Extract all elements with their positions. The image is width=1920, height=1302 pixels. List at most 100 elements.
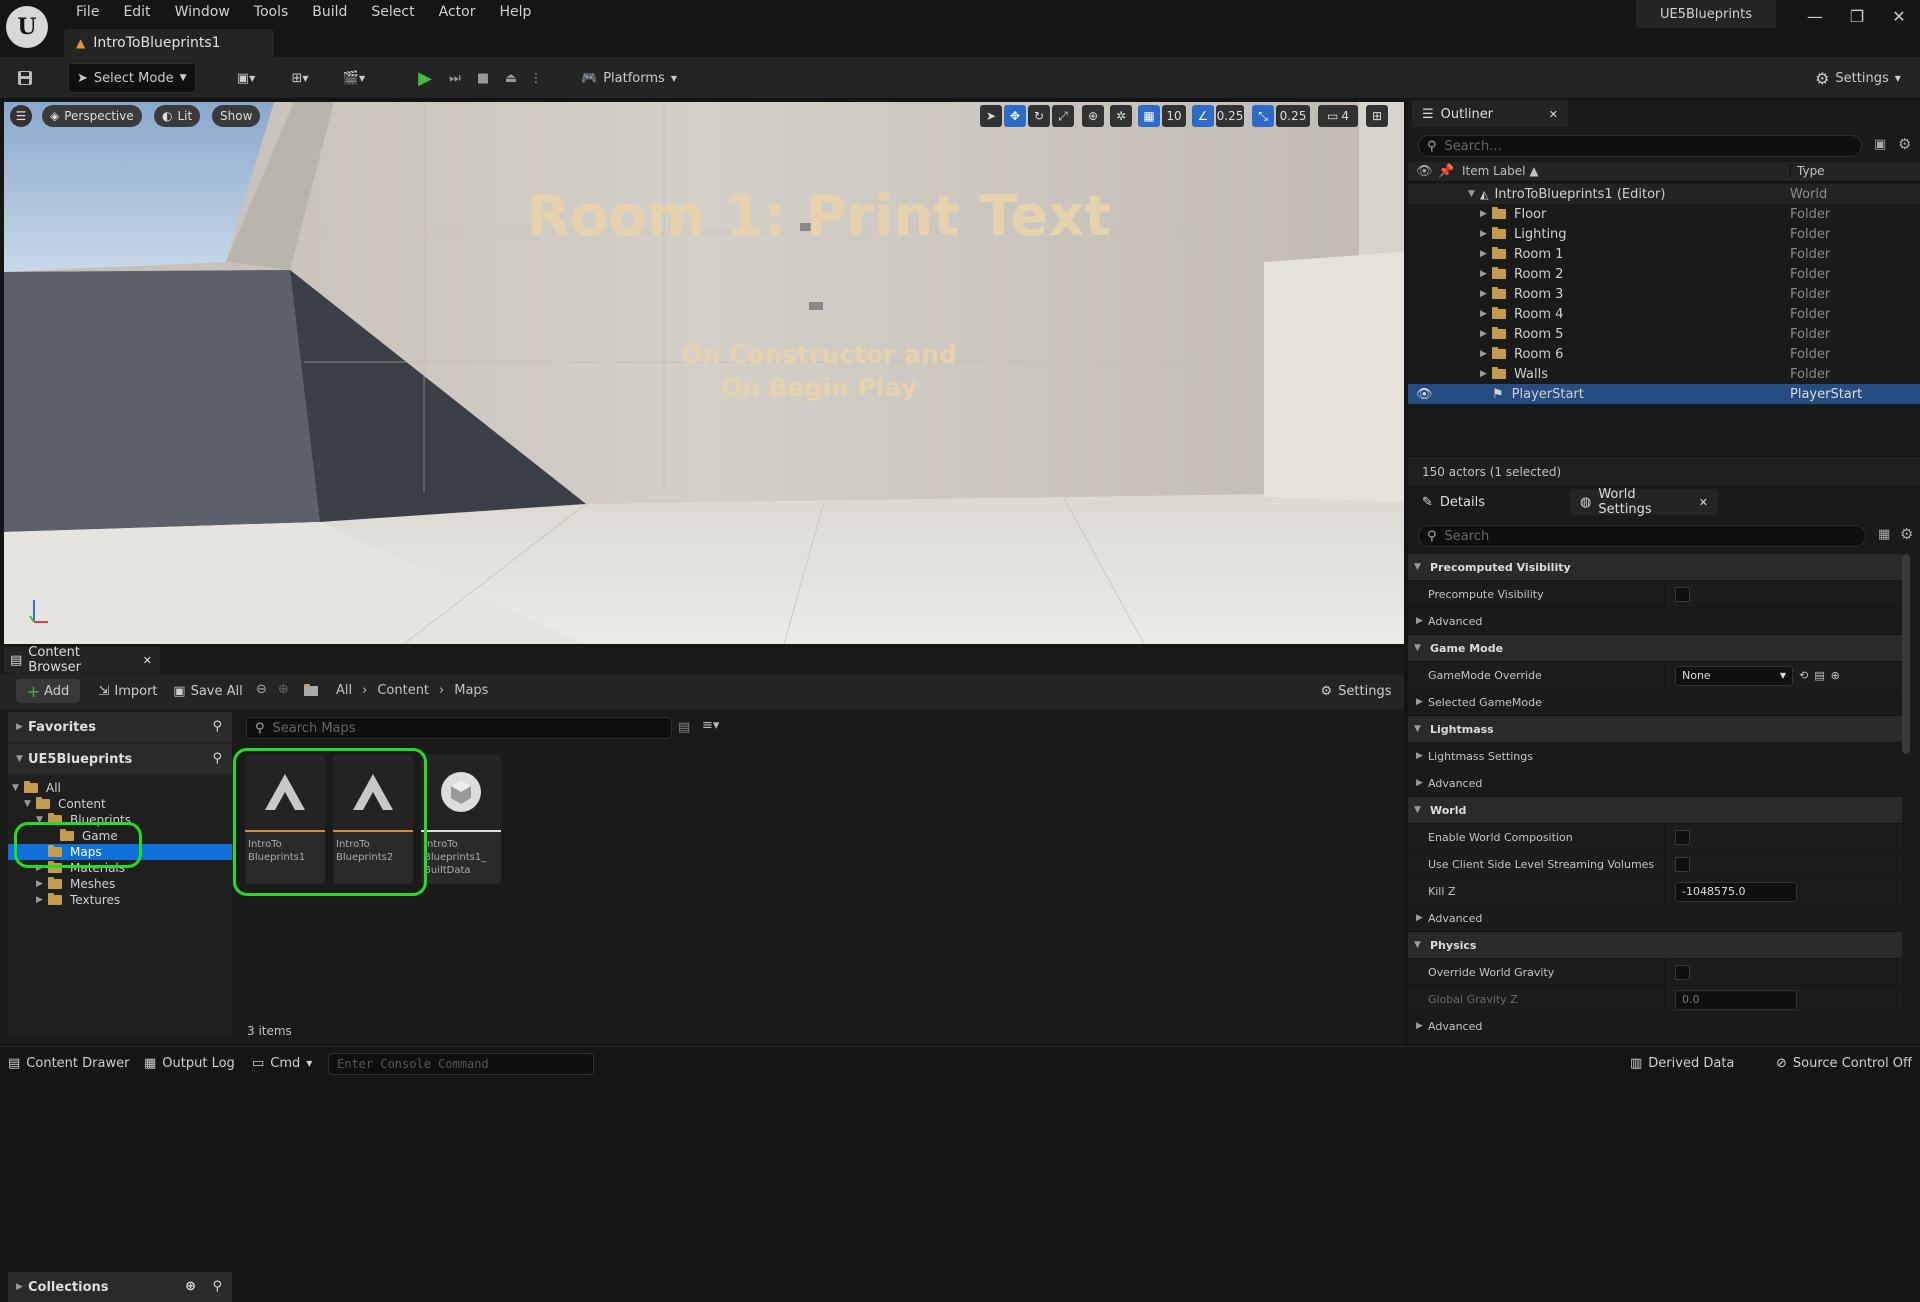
move-tool-icon[interactable]: ✥: [1004, 105, 1026, 127]
kill-z-input[interactable]: -1048575.0: [1675, 881, 1797, 902]
collapsed-arrow-icon[interactable]: ▶: [1480, 369, 1492, 379]
collapsed-arrow-icon[interactable]: ▶: [1480, 209, 1492, 219]
close-icon[interactable]: ✕: [143, 654, 152, 667]
unreal-logo-icon[interactable]: U: [6, 6, 48, 48]
add-actor-icon[interactable]: ▣ ▼: [226, 65, 266, 91]
content-settings-button[interactable]: ⚙ Settings: [1318, 679, 1394, 703]
menu-edit[interactable]: Edit: [111, 4, 162, 20]
save-all-button[interactable]: ▣ Save All: [172, 679, 244, 703]
grid-snap-icon[interactable]: ▦: [1138, 105, 1160, 127]
category-precomputed-visibility[interactable]: ▼ Precomputed Visibility: [1408, 554, 1902, 581]
import-button[interactable]: ⇲ Import: [96, 679, 160, 703]
list-item[interactable]: ▼ ◭ IntroToBlueprints1 (Editor) World: [1408, 184, 1920, 204]
add-button[interactable]: + Add: [16, 679, 80, 703]
collapsed-arrow-icon[interactable]: ▶: [1480, 249, 1492, 259]
console-input[interactable]: Enter Console Command: [328, 1053, 594, 1075]
collapsed-arrow-icon[interactable]: ▶: [1480, 349, 1492, 359]
column-item-label[interactable]: Item Label ▲: [1462, 164, 1539, 178]
details-search-input[interactable]: ⚲ Search: [1418, 525, 1866, 547]
menu-build[interactable]: Build: [300, 4, 359, 20]
details-scrollbar[interactable]: [1902, 554, 1910, 754]
tree-item-content[interactable]: ▼ Content: [8, 796, 232, 812]
list-item[interactable]: ▶ Room 1 Folder: [1408, 244, 1920, 264]
tree-item-all[interactable]: ▼ All: [8, 780, 232, 796]
collapsed-arrow-icon[interactable]: ▶: [1480, 269, 1492, 279]
favorites-header[interactable]: ▶ Favorites ⚲: [8, 712, 232, 742]
precompute-visibility-checkbox[interactable]: [1675, 587, 1690, 602]
outliner-settings-icon[interactable]: ⚙: [1898, 135, 1911, 153]
gamemode-override-dropdown[interactable]: None ▼: [1675, 665, 1793, 686]
search-maps-input[interactable]: ⚲ Search Maps: [246, 717, 672, 739]
asset-tile[interactable]: IntroTo Blueprints1_ BuiltData: [421, 754, 501, 884]
list-item[interactable]: ▶ Floor Folder: [1408, 204, 1920, 224]
menu-file[interactable]: File: [64, 4, 111, 20]
blueprint-menu-icon[interactable]: ⊞ ▼: [280, 65, 320, 91]
list-item[interactable]: ▶ Room 5 Folder: [1408, 324, 1920, 344]
world-settings-tab[interactable]: ◍ World Settings ✕: [1570, 487, 1718, 517]
world-space-icon[interactable]: ⊕: [1082, 105, 1104, 127]
add-folder-icon[interactable]: ▣: [1874, 137, 1886, 152]
outliner-search-input[interactable]: ⚲ Search...: [1418, 135, 1862, 157]
details-tab[interactable]: ✎ Details: [1412, 489, 1564, 515]
project-header[interactable]: ▼ UE5Blueprints ⚲: [8, 744, 232, 774]
advanced-row[interactable]: ▶ Advanced: [1408, 608, 1902, 635]
lightmass-settings-row[interactable]: ▶ Lightmass Settings: [1408, 743, 1902, 770]
filter-icon[interactable]: ≡▾: [702, 718, 719, 733]
selected-gamemode-row[interactable]: ▶ Selected GameMode: [1408, 689, 1902, 716]
add-collection-icon[interactable]: ⊕: [185, 1279, 196, 1294]
level-viewport[interactable]: Room 1: Print Text On Constructor and On…: [4, 102, 1404, 644]
cinematics-icon[interactable]: 🎬 ▼: [334, 65, 374, 91]
add-icon[interactable]: ⊕: [1831, 669, 1840, 682]
table-view-icon[interactable]: ▦: [1878, 527, 1890, 542]
menu-actor[interactable]: Actor: [427, 4, 488, 20]
category-game-mode[interactable]: ▼ Game Mode: [1408, 635, 1902, 662]
collapsed-arrow-icon[interactable]: ▶: [1480, 309, 1492, 319]
viewport-menu-icon[interactable]: ☰: [10, 105, 32, 127]
streaming-volumes-checkbox[interactable]: [1675, 857, 1690, 872]
settings-dropdown[interactable]: ⚙ Settings ▼: [1812, 65, 1904, 91]
browse-back-icon[interactable]: ⟲: [1799, 669, 1808, 682]
stop-icon[interactable]: ■: [470, 65, 496, 91]
list-item[interactable]: ▶ Lighting Folder: [1408, 224, 1920, 244]
source-control-button[interactable]: ⊘ Source Control Off: [1776, 1056, 1912, 1071]
step-icon[interactable]: ⏭: [442, 65, 468, 91]
search-icon[interactable]: ⚲: [212, 1279, 222, 1294]
scale-snap-value[interactable]: 0.25: [1276, 105, 1310, 127]
select-tool-icon[interactable]: ➤: [980, 105, 1002, 127]
perspective-button[interactable]: ◈ Perspective: [42, 105, 142, 127]
category-physics[interactable]: ▼ Physics: [1408, 932, 1902, 959]
category-lightmass[interactable]: ▼ Lightmass: [1408, 716, 1902, 743]
column-type[interactable]: Type: [1790, 164, 1825, 178]
search-icon[interactable]: ⚲: [212, 751, 222, 766]
restore-icon[interactable]: ❐: [1836, 2, 1878, 30]
advanced-row[interactable]: ▶ Advanced: [1408, 770, 1902, 797]
content-browser-tab[interactable]: ▤ Content Browser ✕: [4, 645, 160, 675]
back-icon[interactable]: ⊖: [256, 682, 267, 697]
close-window-icon[interactable]: ✕: [1878, 2, 1920, 30]
save-search-icon[interactable]: ▤: [678, 720, 690, 735]
close-icon[interactable]: ✕: [1549, 108, 1558, 121]
list-item[interactable]: ▶ Room 6 Folder: [1408, 344, 1920, 364]
eye-icon[interactable]: 👁: [1416, 387, 1433, 402]
world-composition-checkbox[interactable]: [1675, 830, 1690, 845]
collapsed-arrow-icon[interactable]: ▶: [1480, 229, 1492, 239]
advanced-row[interactable]: ▶ Advanced: [1408, 1013, 1902, 1040]
save-icon[interactable]: [12, 65, 38, 91]
details-settings-icon[interactable]: ⚙: [1900, 525, 1913, 543]
browse-folder-icon[interactable]: ▤: [1814, 669, 1824, 682]
level-tab[interactable]: ▲ IntroToBlueprints1: [64, 29, 274, 57]
lit-button[interactable]: ◐ Lit: [154, 105, 201, 127]
close-icon[interactable]: ✕: [1699, 496, 1708, 509]
tree-item-textures[interactable]: ▶ Textures: [8, 892, 232, 908]
breadcrumb-maps[interactable]: Maps: [454, 683, 488, 698]
advanced-row[interactable]: ▶ Advanced: [1408, 905, 1902, 932]
collections-header[interactable]: ▶ Collections ⊕ ⚲: [8, 1272, 232, 1302]
cmd-dropdown[interactable]: ▭ Cmd ▼: [252, 1056, 312, 1071]
tree-item-meshes[interactable]: ▶ Meshes: [8, 876, 232, 892]
menu-tools[interactable]: Tools: [242, 4, 301, 20]
output-log-button[interactable]: ▦ Output Log: [144, 1056, 235, 1071]
play-icon[interactable]: ▶: [412, 65, 438, 91]
collapsed-arrow-icon[interactable]: ▶: [1480, 289, 1492, 299]
derived-data-button[interactable]: ▥ Derived Data: [1630, 1056, 1734, 1071]
camera-speed-button[interactable]: ▭ 4: [1318, 105, 1358, 127]
